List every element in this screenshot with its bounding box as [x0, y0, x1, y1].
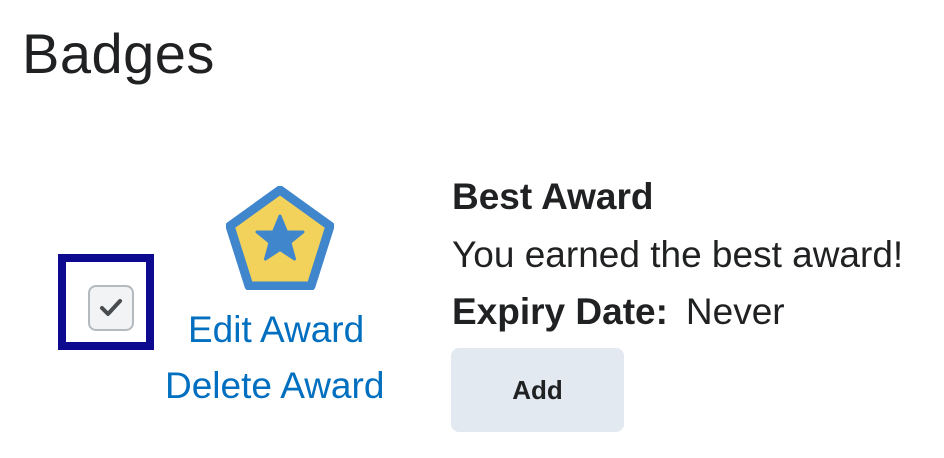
- page-title: Badges: [22, 22, 215, 85]
- award-name: Best Award: [452, 176, 654, 217]
- expiry-row: Expiry Date: Never: [452, 290, 785, 334]
- delete-award-link[interactable]: Delete Award: [165, 364, 384, 408]
- pentagon-star-badge-icon: [226, 186, 334, 290]
- edit-award-link[interactable]: Edit Award: [188, 308, 364, 352]
- checkbox-focus-ring: [58, 254, 154, 350]
- expiry-date-label: Expiry Date:: [452, 291, 668, 332]
- checkmark-icon: [100, 299, 122, 316]
- award-description: You earned the best award!: [452, 234, 904, 275]
- expiry-date-value: Never: [685, 291, 785, 332]
- add-button[interactable]: Add: [451, 348, 624, 432]
- award-select-checkbox[interactable]: [88, 285, 134, 331]
